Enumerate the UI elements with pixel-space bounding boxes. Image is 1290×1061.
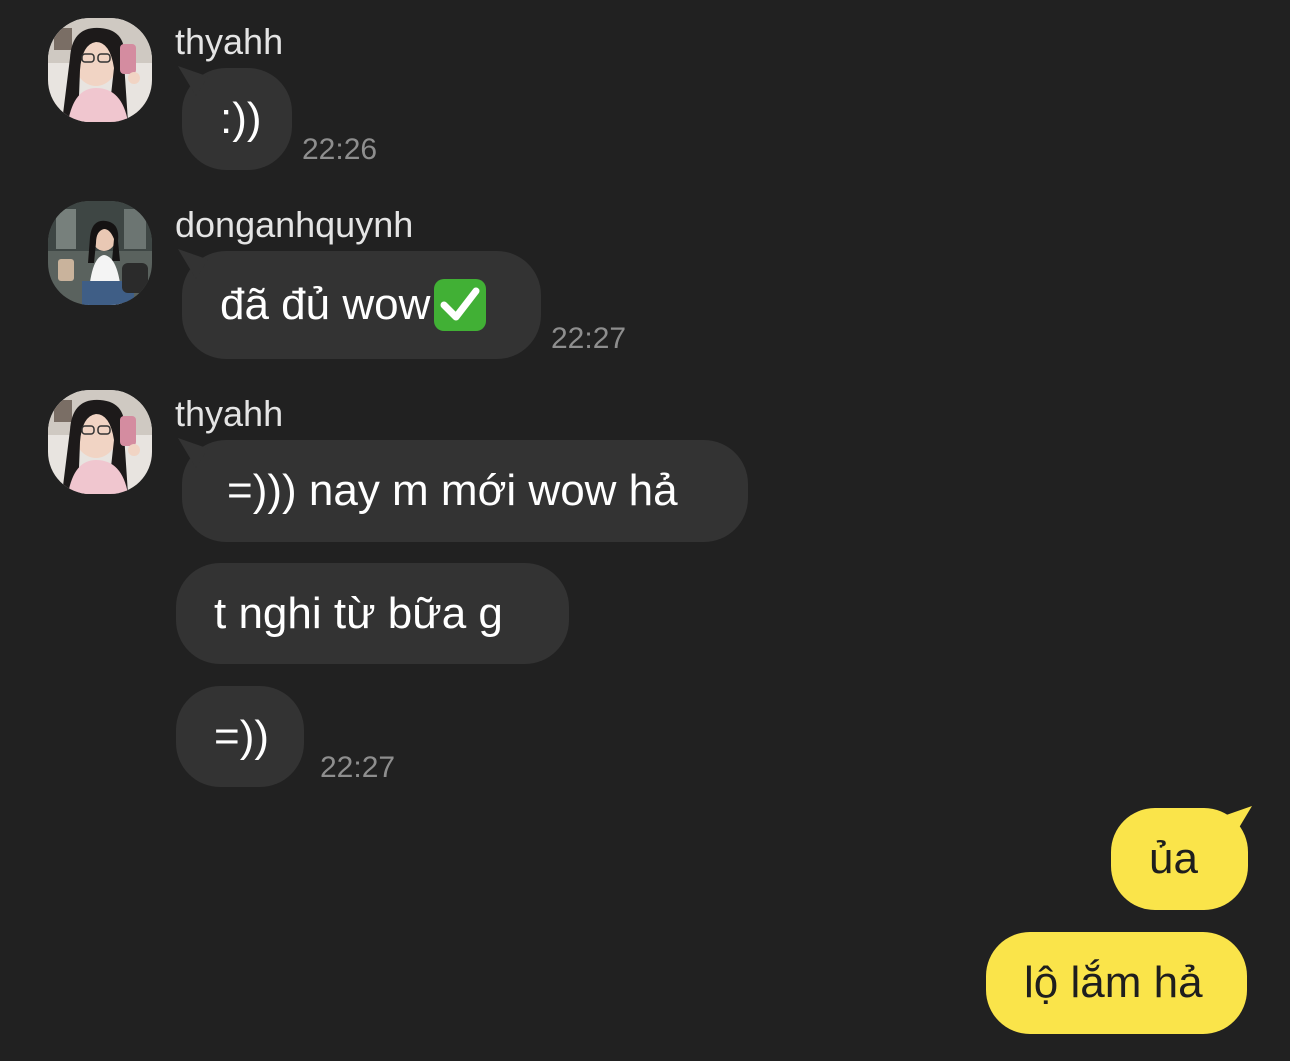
message-text: đã đủ wow [220, 280, 431, 329]
avatar-thyahh[interactable] [48, 18, 152, 122]
my-message-bubble[interactable]: lộ lắm hả [986, 932, 1247, 1034]
message-timestamp: 22:26 [302, 133, 378, 166]
avatar-thyahh[interactable] [48, 390, 152, 494]
message-text: :)) [220, 94, 262, 143]
message-timestamp: 22:27 [320, 751, 396, 784]
check-mark-emoji-icon [432, 277, 488, 333]
message-timestamp: 22:27 [551, 322, 627, 355]
message-bubble[interactable]: t nghi từ bữa g [176, 563, 569, 664]
message-bubble[interactable]: =))) nay m mới wow hả [182, 440, 748, 542]
message-text: =))) nay m mới wow hả [227, 466, 678, 515]
sender-name: donganhquynh [175, 204, 414, 245]
message-bubble[interactable]: =)) [176, 686, 304, 787]
message-text: t nghi từ bữa g [214, 588, 503, 638]
sender-name: thyahh [175, 21, 284, 62]
message-text: ủa [1149, 834, 1198, 883]
message-bubble[interactable]: :)) [182, 68, 292, 170]
message-text: =)) [214, 711, 269, 761]
message-bubble[interactable]: đã đủ wow [182, 251, 541, 359]
message-text: lộ lắm hả [1024, 958, 1203, 1007]
my-message-bubble[interactable]: ủa [1111, 808, 1248, 910]
avatar-donganhquynh[interactable] [48, 201, 152, 305]
sender-name: thyahh [175, 393, 284, 434]
chat-view: thyahh :)) 22:26 donganhquynh đã đủ wow … [0, 0, 1290, 1061]
